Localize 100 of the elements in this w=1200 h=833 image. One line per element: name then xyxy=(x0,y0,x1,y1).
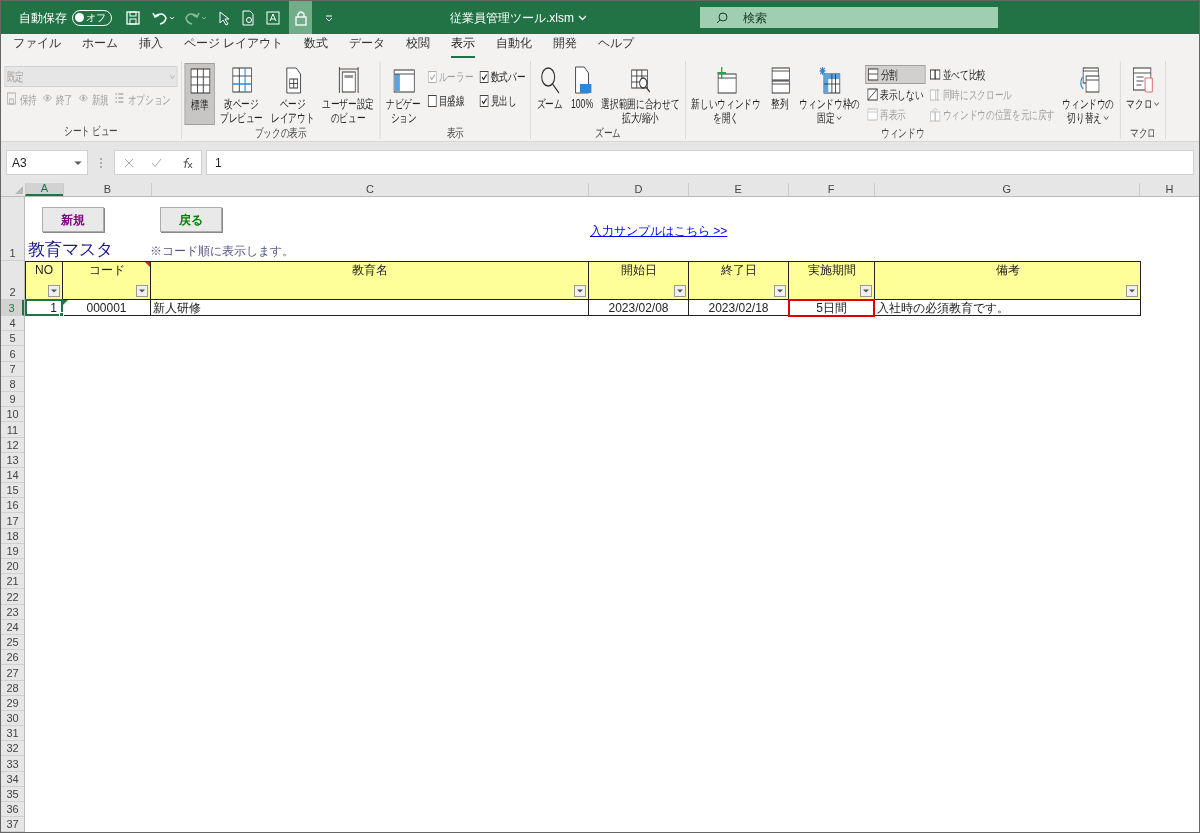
table-header-cell: コード xyxy=(62,261,151,300)
row-header[interactable]: 26 xyxy=(1,650,24,666)
customize-caret-icon[interactable] xyxy=(324,12,334,23)
ribbon-button[interactable]: ズーム xyxy=(533,63,566,125)
checkbox[interactable]: 見出し xyxy=(477,89,528,112)
column-header[interactable]: A xyxy=(24,183,63,196)
row-header[interactable]: 13 xyxy=(1,452,24,468)
row-header[interactable]: 17 xyxy=(1,513,24,529)
save-icon[interactable] xyxy=(125,9,141,26)
row-header[interactable]: 22 xyxy=(1,589,24,605)
row-header[interactable]: 7 xyxy=(1,361,24,377)
ribbon-button[interactable]: 分割 xyxy=(865,65,926,84)
checkbox-box[interactable] xyxy=(479,70,489,83)
row-header[interactable]: 6 xyxy=(1,346,24,362)
ribbon-tab[interactable]: ヘルプ xyxy=(598,34,635,58)
column-header[interactable]: F xyxy=(787,183,874,196)
ribbon-button[interactable]: マクロ xyxy=(1123,63,1163,125)
ribbon-button[interactable]: ウィンドウ枠の 固定 xyxy=(796,63,863,125)
row-header[interactable]: 19 xyxy=(1,543,24,559)
table-cell: 1 xyxy=(25,299,63,316)
document-icon[interactable] xyxy=(241,9,255,26)
group-label: ズーム xyxy=(595,125,621,141)
column-header[interactable]: H xyxy=(1139,183,1199,196)
row-header[interactable]: 28 xyxy=(1,680,24,696)
text-box-icon[interactable] xyxy=(265,9,281,26)
row-header[interactable]: 11 xyxy=(1,422,24,438)
ribbon-button[interactable]: 整列 xyxy=(765,63,795,125)
ribbon-tab[interactable]: 開発 xyxy=(553,34,578,58)
row-header[interactable]: 9 xyxy=(1,391,24,408)
filter-dropdown-icon[interactable] xyxy=(774,285,786,297)
ribbon-tab[interactable]: 校閲 xyxy=(406,34,431,58)
ribbon-tab[interactable]: 自動化 xyxy=(496,34,533,58)
ribbon-tab[interactable]: ホーム xyxy=(82,34,118,58)
filter-dropdown-icon[interactable] xyxy=(574,285,586,297)
ribbon-tab[interactable]: データ xyxy=(349,34,386,58)
row-header[interactable]: 33 xyxy=(1,756,24,772)
column-header[interactable]: G xyxy=(873,183,1140,196)
filter-dropdown-icon[interactable] xyxy=(860,285,872,297)
row-header[interactable]: 3 xyxy=(1,300,24,316)
ribbon-button[interactable]: 100% xyxy=(567,63,597,125)
checkbox[interactable]: 数式バー xyxy=(477,65,528,88)
column-header[interactable]: B xyxy=(62,183,151,196)
row-header[interactable]: 30 xyxy=(1,710,24,727)
row-header[interactable]: 21 xyxy=(1,574,24,590)
search-field[interactable]: 検索 xyxy=(700,7,998,28)
row-header[interactable]: 34 xyxy=(1,771,24,787)
column-header[interactable]: E xyxy=(687,183,788,196)
fill-handle[interactable] xyxy=(59,312,64,317)
ribbon-button[interactable]: ページ レイアウト xyxy=(268,63,318,125)
ribbon-tab[interactable]: 挿入 xyxy=(139,34,163,58)
row-header[interactable]: 5 xyxy=(1,331,24,347)
row-header[interactable]: 20 xyxy=(1,559,24,575)
row-header[interactable]: 15 xyxy=(1,483,24,499)
sheet-button[interactable]: 新規 xyxy=(42,207,104,232)
filter-dropdown-icon[interactable] xyxy=(1126,285,1138,297)
ribbon-tab[interactable]: ファイル xyxy=(13,34,61,58)
row-header[interactable]: 10 xyxy=(1,407,24,423)
ribbon-button[interactable]: 並べて比較 xyxy=(927,65,1058,84)
column-header[interactable]: C xyxy=(150,183,589,196)
name-box[interactable]: A3 xyxy=(6,150,88,175)
formula-field[interactable]: 1 xyxy=(206,150,1194,175)
row-header[interactable]: 32 xyxy=(1,741,24,757)
cursor-icon[interactable] xyxy=(217,9,231,26)
sheet-button[interactable]: 戻る xyxy=(160,207,222,232)
ribbon-button[interactable]: ナビゲー ション xyxy=(383,63,424,125)
group-label: ウィンドウ xyxy=(881,125,925,141)
filter-dropdown-icon[interactable] xyxy=(136,285,148,297)
row-header[interactable]: 35 xyxy=(1,786,24,802)
row-header[interactable]: 24 xyxy=(1,619,24,635)
row-header[interactable]: 36 xyxy=(1,802,24,818)
row-header[interactable]: 4 xyxy=(1,316,24,332)
ribbon-button[interactable]: 表示しない xyxy=(865,85,926,104)
row-header[interactable]: 16 xyxy=(1,498,24,514)
row-header[interactable]: 25 xyxy=(1,634,24,651)
row-header[interactable]: 27 xyxy=(1,665,24,681)
ribbon-button[interactable]: 改ページ プレビュー xyxy=(217,63,266,125)
checkbox[interactable]: 目盛線 xyxy=(425,89,476,112)
row-header[interactable]: 1 xyxy=(1,197,24,261)
row-header[interactable]: 23 xyxy=(1,604,24,620)
ribbon-button[interactable]: 標準 xyxy=(184,63,215,125)
ribbon-button[interactable]: 選択範囲に合わせて 拡大/縮小 xyxy=(598,63,683,125)
row-header[interactable]: 31 xyxy=(1,726,24,742)
row-header[interactable]: 18 xyxy=(1,528,24,544)
sample-link[interactable]: 入力サンプルはこちら >> xyxy=(590,222,728,240)
checkbox-box[interactable] xyxy=(479,94,489,107)
row-header[interactable]: 12 xyxy=(1,437,24,453)
row-header[interactable]: 37 xyxy=(1,817,24,832)
row-header[interactable]: 29 xyxy=(1,695,24,711)
checkbox-box[interactable] xyxy=(427,94,437,107)
table-header-cell: NO xyxy=(25,261,63,300)
column-header[interactable]: D xyxy=(588,183,688,196)
ribbon-tab[interactable]: ページ レイアウト xyxy=(184,34,284,58)
ribbon-button[interactable]: ユーザー設定 のビュー xyxy=(319,63,377,125)
ribbon-tab[interactable]: 数式 xyxy=(304,34,329,58)
row-header[interactable]: 14 xyxy=(1,467,24,484)
ribbon-button[interactable]: 新しいウィンドウ を開く xyxy=(688,63,764,125)
ribbon-button[interactable]: ウィンドウの 切り替え xyxy=(1059,63,1117,125)
filter-dropdown-icon[interactable] xyxy=(674,285,686,297)
row-header[interactable]: 8 xyxy=(1,376,24,392)
filter-dropdown-icon[interactable] xyxy=(48,285,60,297)
